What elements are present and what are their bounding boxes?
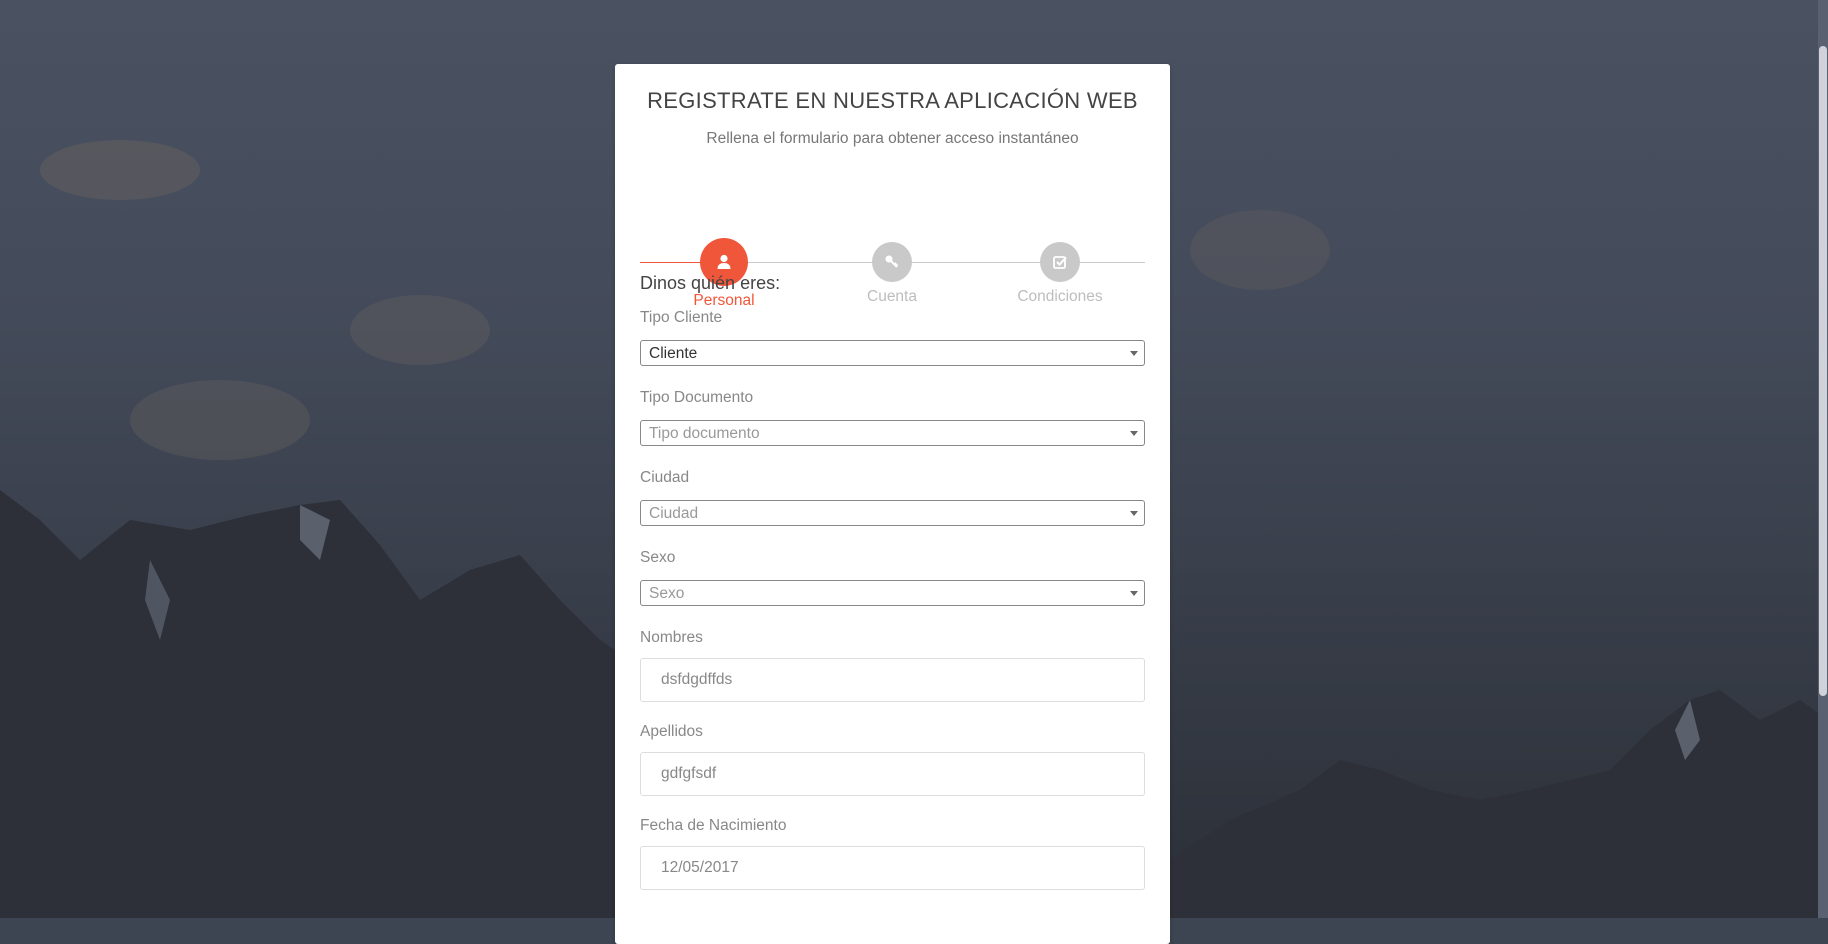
ciudad-label: Ciudad <box>640 469 690 486</box>
sexo-select[interactable]: Sexo <box>640 580 1145 606</box>
tipo-documento-select[interactable]: Tipo documento <box>640 420 1145 446</box>
wizard-steps: Personal Cuenta Condiciones <box>640 174 1145 309</box>
tipo-cliente-value: Cliente <box>649 345 698 362</box>
nombres-input[interactable]: dsfdgdffds <box>640 658 1145 702</box>
ciudad-placeholder: Ciudad <box>649 505 699 522</box>
registration-card: REGISTRATE EN NUESTRA APLICACIÓN WEB Rel… <box>615 64 1170 944</box>
tipo-documento-placeholder: Tipo documento <box>649 425 760 442</box>
section-title: Dinos quién eres: <box>640 273 781 293</box>
nombres-label: Nombres <box>640 629 703 646</box>
user-icon <box>717 254 731 269</box>
fecha-nacimiento-label: Fecha de Nacimiento <box>640 817 787 834</box>
key-icon <box>885 255 899 268</box>
chevron-down-icon <box>1130 591 1138 596</box>
chevron-down-icon <box>1130 351 1138 356</box>
step-label-condiciones: Condiciones <box>1017 288 1103 305</box>
step-circle-condiciones <box>1040 242 1080 282</box>
page-title: REGISTRATE EN NUESTRA APLICACIÓN WEB <box>647 88 1138 113</box>
tipo-cliente-label: Tipo Cliente <box>640 309 723 326</box>
chevron-down-icon <box>1130 511 1138 516</box>
sexo-label: Sexo <box>640 549 676 566</box>
chevron-down-icon <box>1130 431 1138 436</box>
check-square-icon <box>1053 256 1067 269</box>
wizard-step-condiciones[interactable]: Condiciones <box>995 238 1125 306</box>
page-scrollbar[interactable] <box>1818 0 1828 918</box>
sexo-placeholder: Sexo <box>649 585 685 602</box>
ciudad-select[interactable]: Ciudad <box>640 500 1145 526</box>
apellidos-label: Apellidos <box>640 723 703 740</box>
step-label-cuenta: Cuenta <box>867 288 917 305</box>
fecha-nacimiento-input[interactable]: 12/05/2017 <box>640 846 1145 890</box>
tipo-documento-label: Tipo Documento <box>640 389 754 406</box>
wizard-step-cuenta[interactable]: Cuenta <box>827 238 957 306</box>
step-circle-cuenta <box>872 242 912 282</box>
tipo-cliente-select[interactable]: Cliente <box>640 340 1145 366</box>
page-subtitle: Rellena el formulario para obtener acces… <box>706 130 1079 147</box>
scrollbar-thumb[interactable] <box>1819 46 1827 696</box>
apellidos-input[interactable]: gdfgfsdf <box>640 752 1145 796</box>
